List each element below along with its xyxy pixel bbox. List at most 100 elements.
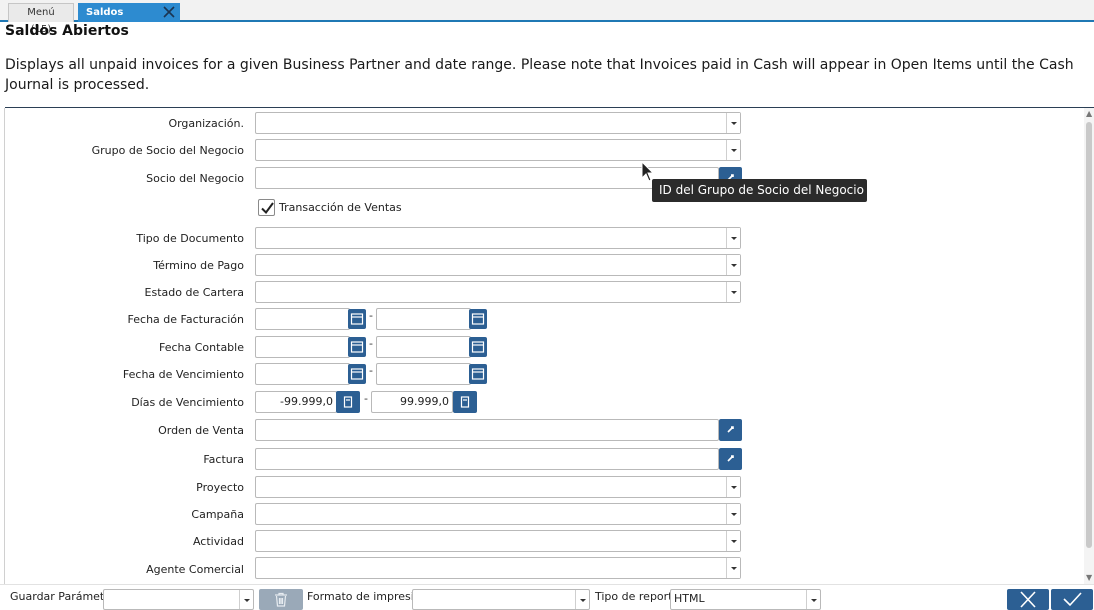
tipo-reporte-select[interactable]: HTML [670,589,821,610]
scroll-up-icon[interactable]: ▲ [1086,110,1092,118]
proyecto-label: Proyecto [196,481,244,494]
check-icon [1063,592,1082,607]
fecha-vencimiento-from[interactable] [255,363,350,385]
calendar-icon[interactable] [348,309,366,329]
dias-vencimiento-to[interactable]: 99.999,0 [371,391,453,413]
calculator-glyph [343,396,353,408]
left-border [4,108,5,584]
fecha-vencimiento-label: Fecha de Vencimiento [122,368,244,381]
range-separator: - [369,337,373,350]
chevron-down-icon[interactable] [726,504,740,524]
chevron-down-icon[interactable] [726,282,740,302]
process-window: Menú (15) Saldos Abiertos Saldos Abierto… [0,0,1094,610]
scrollbar-thumb[interactable] [1086,122,1092,548]
formato-impresion-label: Formato de impresión [307,590,428,603]
ok-button[interactable] [1051,589,1093,610]
factura-input[interactable] [255,448,719,470]
calendar-glyph [350,368,364,380]
organizacion-label: Organización. [168,117,244,130]
orden-venta-label: Orden de Venta [158,424,244,437]
chevron-down-icon[interactable] [239,590,253,609]
chevron-down-icon[interactable] [726,531,740,551]
calendar-icon[interactable] [469,309,487,329]
orden-venta-search-button[interactable] [719,419,742,441]
tipo-documento-select[interactable] [255,227,741,249]
calendar-icon[interactable] [469,364,487,384]
tipo-reporte-label: Tipo de reporte [595,590,680,603]
calendar-icon[interactable] [469,337,487,357]
calendar-icon[interactable] [348,364,366,384]
calendar-icon[interactable] [348,337,366,357]
calendar-glyph [471,313,485,325]
guardar-parametro-select[interactable] [103,589,254,610]
fecha-facturacion-from[interactable] [255,308,350,330]
guardar-parametro-label: Guardar Parámetro [10,590,116,603]
tipo-reporte-value: HTML [674,592,705,605]
close-tab-icon[interactable] [162,5,176,19]
dias-vencimiento-label: Días de Vencimiento [131,396,244,409]
calculator-icon[interactable] [453,391,477,413]
chevron-down-icon[interactable] [726,477,740,497]
page-description: Displays all unpaid invoices for a given… [5,57,1074,93]
tipo-documento-label: Tipo de Documento [136,232,244,245]
chevron-down-icon[interactable] [726,255,740,275]
tab-saldos-abiertos[interactable]: Saldos Abiertos [78,3,180,35]
actividad-select[interactable] [255,530,741,552]
calendar-glyph [350,313,364,325]
calendar-glyph [471,368,485,380]
header-divider [5,107,1094,108]
chevron-down-icon[interactable] [806,590,820,609]
scroll-down-icon[interactable]: ▼ [1086,574,1092,582]
chevron-down-icon[interactable] [575,590,589,609]
lookup-icon [727,455,734,462]
actividad-label: Actividad [192,535,244,548]
dias-vencimiento-from[interactable]: -99.999,0 [255,391,337,413]
chevron-down-icon[interactable] [726,113,740,133]
orden-venta-input[interactable] [255,419,719,441]
socio-label: Socio del Negocio [146,172,244,185]
calculator-icon[interactable] [336,391,360,413]
range-separator: - [364,392,368,405]
check-icon [261,202,274,215]
grupo-socio-select[interactable] [255,139,741,161]
tooltip: ID del Grupo de Socio del Negocio [652,179,867,202]
cancel-button[interactable] [1007,589,1049,610]
transaccion-ventas-checkbox[interactable] [258,199,275,216]
chevron-down-icon[interactable] [726,140,740,160]
trash-icon [275,592,287,607]
calendar-glyph [350,341,364,353]
agente-comercial-select[interactable] [255,557,741,579]
calendar-glyph [471,341,485,353]
termino-pago-label: Término de Pago [153,259,244,272]
organizacion-select[interactable] [255,112,741,134]
range-separator: - [369,364,373,377]
transaccion-ventas-label: Transacción de Ventas [279,201,402,214]
page-title: Saldos Abiertos [5,23,129,39]
fecha-contable-to[interactable] [376,336,471,358]
factura-label: Factura [203,453,244,466]
fecha-contable-from[interactable] [255,336,350,358]
campana-select[interactable] [255,503,741,525]
range-separator: - [369,309,373,322]
factura-search-button[interactable] [719,448,742,470]
campana-label: Campaña [191,508,244,521]
tab-bar: Menú (15) Saldos Abiertos [0,0,1094,35]
estado-cartera-select[interactable] [255,281,741,303]
termino-pago-select[interactable] [255,254,741,276]
mouse-cursor-icon [641,161,655,182]
formato-impresion-select[interactable] [412,589,590,610]
estado-cartera-label: Estado de Cartera [144,286,244,299]
chevron-down-icon[interactable] [726,228,740,248]
proyecto-select[interactable] [255,476,741,498]
chevron-down-icon[interactable] [726,558,740,578]
fecha-facturacion-to[interactable] [376,308,471,330]
tab-menu[interactable]: Menú (15) [8,3,74,35]
vertical-scrollbar[interactable]: ▲ ▼ [1084,108,1094,584]
fecha-vencimiento-to[interactable] [376,363,471,385]
lookup-icon [727,426,734,433]
close-icon [1020,591,1036,608]
fecha-contable-label: Fecha Contable [159,341,244,354]
fecha-facturacion-label: Fecha de Facturación [127,313,244,326]
delete-parameter-button[interactable] [259,589,303,610]
agente-comercial-label: Agente Comercial [146,563,244,576]
